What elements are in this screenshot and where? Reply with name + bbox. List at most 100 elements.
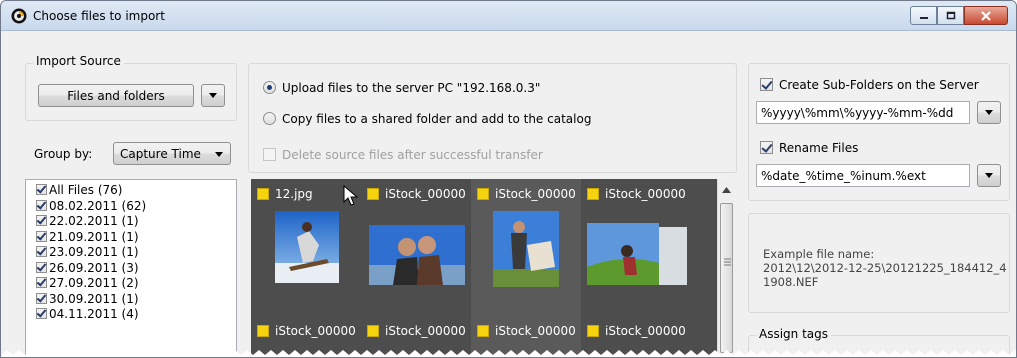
list-item[interactable]: 08.02.2011 (62): [26, 199, 236, 215]
thumbnail-label: 12.jpg: [257, 187, 313, 201]
rename-pattern-input[interactable]: %date_%time_%inum.%ext: [756, 164, 970, 187]
group-by-value: Capture Time: [120, 146, 201, 161]
maximize-icon: [946, 11, 955, 20]
thumbnail-label: iStock_00000: [477, 324, 576, 338]
import-source-dropdown-button[interactable]: [201, 84, 225, 107]
select-checkbox[interactable]: [257, 188, 269, 200]
list-item-checkbox[interactable]: [36, 277, 47, 288]
minimize-button[interactable]: [910, 6, 937, 25]
select-checkbox[interactable]: [257, 325, 269, 337]
list-item-checkbox[interactable]: [36, 230, 47, 242]
thumbnail-label: iStock_00000: [587, 324, 686, 338]
thumbnail-label: iStock_00000: [257, 324, 356, 338]
rename-pattern-dropdown-button[interactable]: [977, 164, 1001, 187]
list-item-checkbox[interactable]: [36, 199, 47, 211]
subfolder-pattern-input[interactable]: %yyyy\%mm\%yyyy-%mm-%dd: [756, 101, 970, 124]
thumbnail-label: iStock_00000: [587, 187, 686, 201]
window-controls: [910, 6, 1008, 25]
chevron-down-icon: [985, 173, 993, 178]
list-item[interactable]: 21.09.2011 (1): [26, 230, 236, 246]
chevron-down-icon: [215, 152, 223, 157]
list-item-checkbox[interactable]: [36, 292, 47, 304]
delete-source-label: Delete source files after successful tra…: [282, 148, 543, 162]
close-icon: [981, 10, 991, 21]
upload-option[interactable]: Upload files to the server PC "192.168.0…: [263, 81, 540, 95]
example-filename-heading: Example file name:: [763, 247, 875, 261]
subfolder-pattern-dropdown-button[interactable]: [977, 101, 1001, 124]
list-item[interactable]: 26.09.2011 (3): [26, 261, 236, 277]
delete-source-option[interactable]: Delete source files after successful tra…: [263, 148, 543, 162]
files-and-folders-button[interactable]: Files and folders: [38, 84, 194, 107]
example-filename-line: 1908.NEF: [763, 275, 819, 289]
create-subfolders-option[interactable]: Create Sub-Folders on the Server: [760, 78, 979, 92]
scroll-up-icon: [722, 187, 731, 193]
copy-radio[interactable]: [263, 112, 276, 125]
example-filename-text: Example file name: 2012\12\2012-12-25\20…: [763, 247, 1007, 289]
thumbnail-label: iStock_00000: [367, 324, 466, 338]
select-checkbox[interactable]: [587, 188, 599, 200]
list-item[interactable]: 22.02.2011 (1): [26, 214, 236, 230]
list-item[interactable]: 27.09.2011 (2): [26, 276, 236, 292]
list-item-label: 27.09.2011 (2): [49, 276, 139, 290]
thumbnail-cell[interactable]: iStock_00000 iStock_00000: [581, 179, 691, 357]
close-button[interactable]: [964, 6, 1008, 25]
thumbnail-scrollbar[interactable]: [717, 179, 735, 357]
rename-files-checkbox[interactable]: [760, 141, 773, 154]
date-group-items: All Files (76) 08.02.2011 (62) 22.02.2011 …: [26, 180, 236, 323]
select-checkbox[interactable]: [367, 325, 379, 337]
list-item[interactable]: 04.11.2011 (4): [26, 307, 236, 323]
rename-files-option[interactable]: Rename Files: [760, 141, 858, 155]
list-item[interactable]: 30.09.2011 (1): [26, 292, 236, 308]
upload-option-label: Upload files to the server PC "192.168.0…: [282, 81, 541, 95]
list-item-label: 08.02.2011 (62): [49, 198, 147, 213]
group-by-label: Group by:: [34, 147, 93, 161]
torn-edge-decoration: [1, 350, 1016, 357]
thumbnail-label: iStock_00000: [477, 187, 576, 201]
rename-files-label: Rename Files: [779, 141, 859, 155]
copy-option-label: Copy files to a shared folder and add to…: [282, 112, 592, 126]
date-group-list[interactable]: All Files (76) 08.02.2011 (62) 22.02.2011 …: [25, 179, 237, 357]
maximize-button[interactable]: [937, 6, 964, 25]
list-item-checkbox[interactable]: [36, 246, 47, 257]
list-item-checkbox[interactable]: [36, 261, 47, 273]
list-item-label: 22.02.2011 (1): [49, 214, 139, 228]
list-item-label: 30.09.2011 (1): [49, 291, 139, 306]
chevron-down-icon: [209, 93, 217, 98]
thumbnail-label: iStock_00000: [367, 187, 466, 201]
list-item-label: All Files (76): [49, 183, 123, 197]
thumbnail-cell[interactable]: iStock_00000 iStock_00000: [361, 179, 471, 357]
scrollbar-thumb[interactable]: [720, 203, 733, 353]
title-bar[interactable]: Choose files to import: [1, 1, 1016, 31]
example-filename-line: 2012\12\2012-12-25\20121225_184412_4: [763, 261, 1007, 275]
upload-radio[interactable]: [263, 81, 276, 94]
list-item-checkbox[interactable]: [36, 308, 47, 319]
thumbnail-image-field: [587, 223, 687, 285]
list-item-checkbox[interactable]: [36, 215, 47, 226]
assign-tags-legend: Assign tags: [756, 327, 832, 341]
create-subfolders-label: Create Sub-Folders on the Server: [779, 78, 979, 92]
chevron-down-icon: [985, 110, 993, 115]
thumbnail-image-person-with-goat: [493, 211, 559, 287]
thumbnail-grid[interactable]: 12.jpg iStock_00000 iStock_00000 iStock_…: [251, 179, 717, 357]
list-item[interactable]: All Files (76): [26, 183, 236, 199]
list-item-checkbox[interactable]: [36, 184, 47, 195]
create-subfolders-checkbox[interactable]: [760, 78, 773, 91]
thumbnail-cell[interactable]: iStock_00000 iStock_00000: [471, 179, 581, 357]
list-item-label: 21.09.2011 (1): [49, 229, 139, 244]
app-logo-icon: [11, 8, 27, 24]
list-item-label: 04.11.2011 (4): [49, 307, 139, 321]
thumbnail-image-couple: [369, 225, 465, 285]
select-checkbox[interactable]: [587, 325, 599, 337]
select-checkbox[interactable]: [477, 325, 489, 337]
select-checkbox[interactable]: [367, 188, 379, 200]
list-item[interactable]: 23.09.2011 (1): [26, 245, 236, 261]
minimize-icon: [919, 16, 928, 19]
delete-source-checkbox[interactable]: [263, 148, 276, 161]
select-checkbox[interactable]: [477, 188, 489, 200]
import-dialog-window: Choose files to import Import Source Fil…: [0, 0, 1017, 358]
group-by-select[interactable]: Capture Time: [113, 142, 231, 165]
list-item-label: 26.09.2011 (3): [49, 260, 139, 275]
grip-icon: [724, 258, 731, 266]
thumbnail-image-snowboarder: [275, 211, 339, 283]
copy-option[interactable]: Copy files to a shared folder and add to…: [263, 112, 591, 126]
